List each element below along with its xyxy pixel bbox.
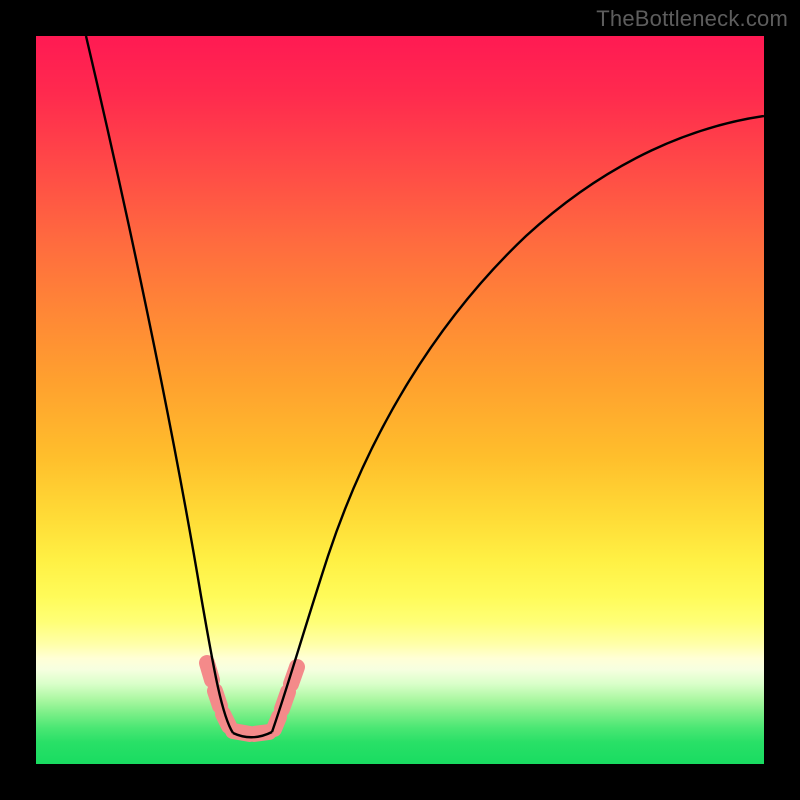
chart-frame: TheBottleneck.com	[0, 0, 800, 800]
curve-svg	[36, 36, 764, 764]
watermark-text: TheBottleneck.com	[596, 6, 788, 32]
plot-area	[36, 36, 764, 764]
right-curve	[272, 116, 764, 732]
left-curve	[86, 36, 233, 733]
